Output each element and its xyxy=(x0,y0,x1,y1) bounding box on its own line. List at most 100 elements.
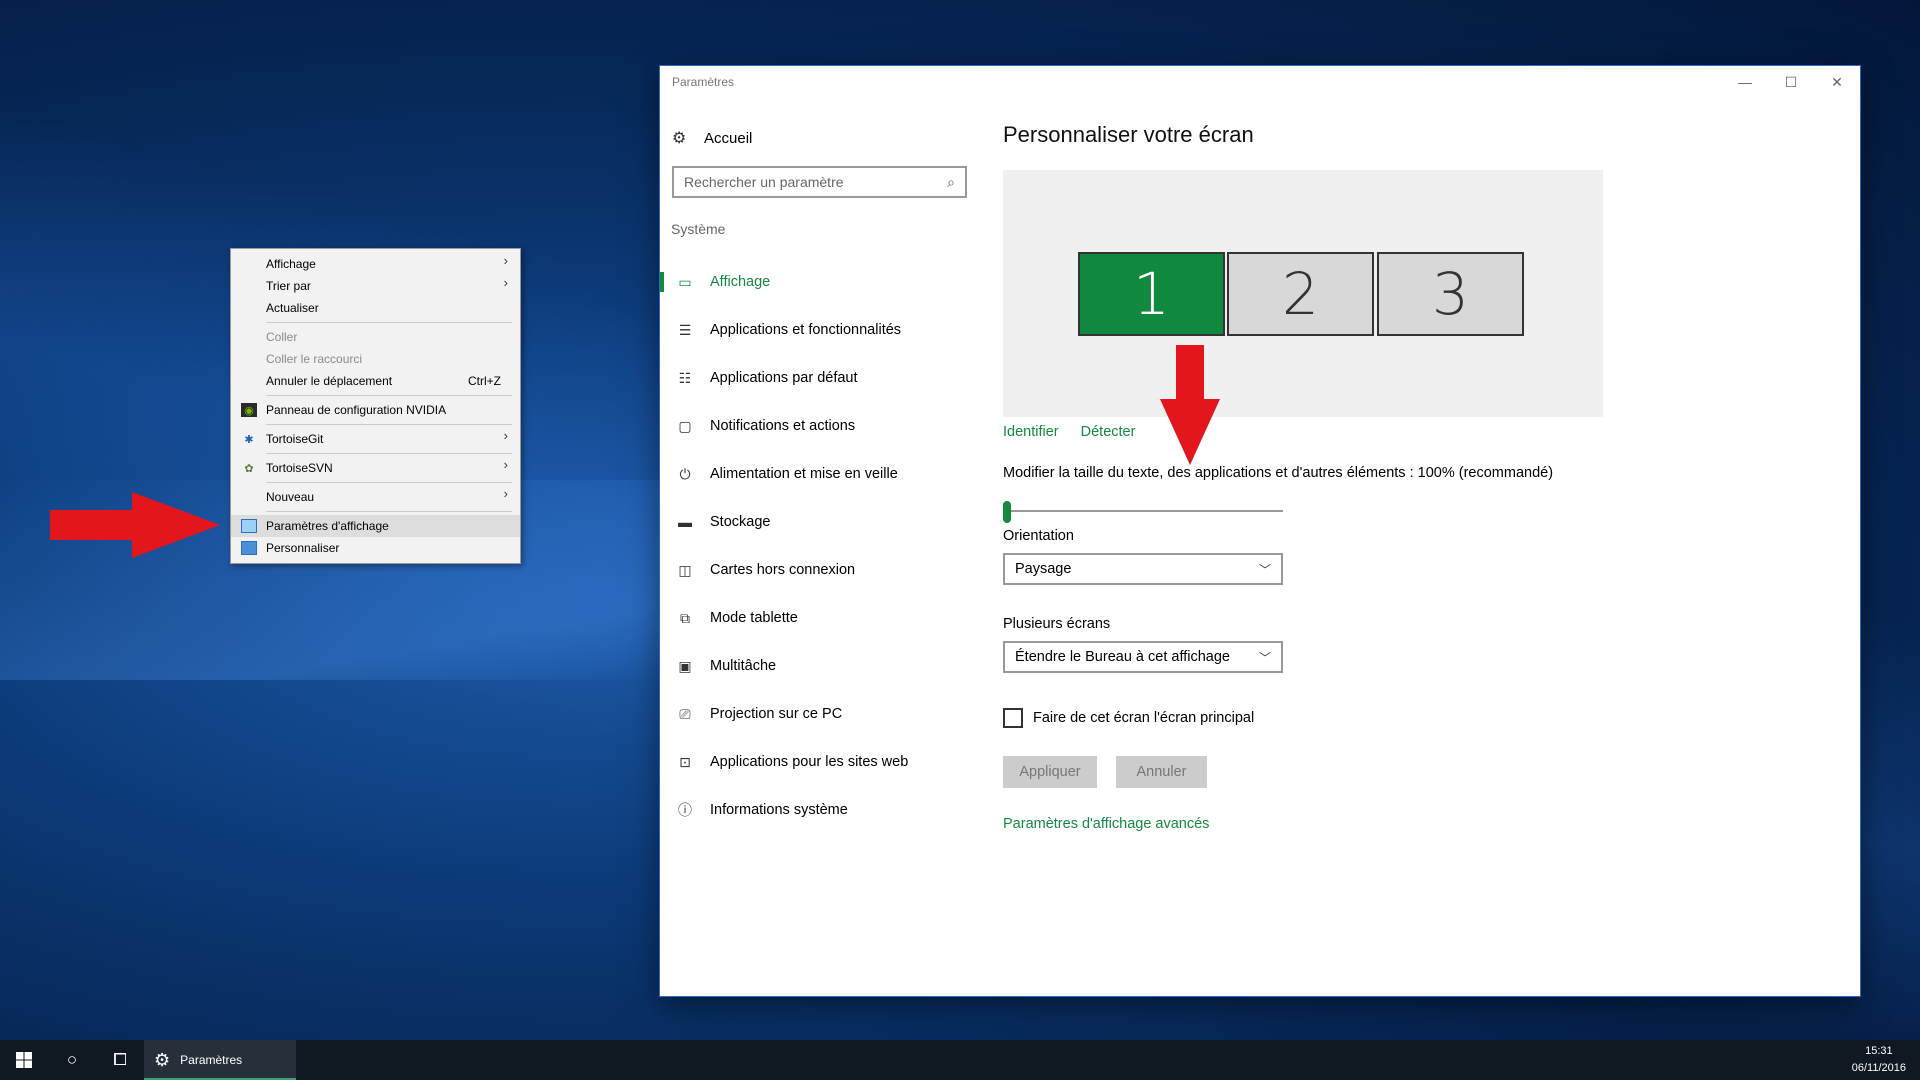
menu-item-sort-by[interactable]: Trier par › xyxy=(231,275,520,297)
detect-link[interactable]: Détecter xyxy=(1081,424,1136,440)
multi-display-label: Plusieurs écrans xyxy=(1003,616,1111,632)
advanced-display-settings-link[interactable]: Paramètres d'affichage avancés xyxy=(1003,816,1209,832)
menu-item-personalize[interactable]: Personnaliser xyxy=(231,537,520,559)
multi-display-value: Étendre le Bureau à cet affichage xyxy=(1015,649,1230,665)
minimize-icon: — xyxy=(1738,74,1752,90)
sidebar-item-label: Affichage xyxy=(710,274,771,290)
search-placeholder: Rechercher un paramètre xyxy=(684,174,844,190)
sidebar-item-offline-maps[interactable]: ◫ Cartes hors connexion xyxy=(660,546,970,594)
menu-item-new[interactable]: Nouveau › xyxy=(231,486,520,508)
sidebar-item-affichage[interactable]: ▭ Affichage xyxy=(660,258,970,306)
task-view-button[interactable]: ⧠ xyxy=(96,1040,144,1080)
tortoisegit-icon: ✱ xyxy=(244,433,254,446)
task-view-icon: ⧠ xyxy=(113,1050,127,1069)
orientation-label: Orientation xyxy=(1003,528,1074,544)
clock-date: 06/11/2016 xyxy=(1851,1062,1906,1074)
minimize-button[interactable]: — xyxy=(1722,66,1768,98)
multi-display-select[interactable]: Étendre le Bureau à cet affichage ﹀ xyxy=(1003,641,1283,673)
power-icon: ⏻ xyxy=(679,465,691,482)
sidebar-item-apps[interactable]: ☰ Applications et fonctionnalités xyxy=(660,306,970,354)
title-bar[interactable]: Paramètres xyxy=(660,66,1860,98)
cancel-button[interactable]: Annuler xyxy=(1116,756,1207,788)
main-display-option[interactable]: Faire de cet écran l'écran principal xyxy=(1003,708,1254,728)
menu-item-label: Annuler le déplacement xyxy=(266,374,393,388)
sidebar-nav: ▭ Affichage ☰ Applications et fonctionna… xyxy=(660,258,970,834)
sidebar-item-multitasking[interactable]: ▣ Multitâche xyxy=(660,642,970,690)
sidebar-item-default-apps[interactable]: ☷ Applications par défaut xyxy=(660,354,970,402)
scale-label: Modifier la taille du texte, des applica… xyxy=(1003,465,1554,481)
display-settings-icon xyxy=(241,519,257,533)
monitor-1[interactable]: 1 xyxy=(1078,252,1225,336)
taskbar: ○ ⧠ ⚙ Paramètres 15:31 06/11/2016 xyxy=(0,1040,1920,1080)
sidebar-item-label: Applications par défaut xyxy=(710,370,858,386)
window-controls: — ☐ ✕ xyxy=(1722,66,1860,98)
sidebar-item-label: Multitâche xyxy=(710,658,777,674)
sidebar-item-label: Notifications et actions xyxy=(710,418,856,434)
home-label: Accueil xyxy=(704,129,753,147)
menu-item-view[interactable]: Affichage › xyxy=(231,253,520,275)
personalize-icon xyxy=(241,541,257,555)
close-button[interactable]: ✕ xyxy=(1814,66,1860,98)
slider-thumb[interactable] xyxy=(1003,501,1011,523)
chevron-down-icon: ﹀ xyxy=(1258,650,1271,665)
menu-item-label: TortoiseGit xyxy=(266,432,324,446)
menu-item-refresh[interactable]: Actualiser xyxy=(231,297,520,319)
apply-button[interactable]: Appliquer xyxy=(1003,756,1097,788)
sidebar-item-power[interactable]: ⏻ Alimentation et mise en veille xyxy=(660,450,970,498)
sidebar-item-projection[interactable]: ⎚ Projection sur ce PC xyxy=(660,690,970,738)
sidebar-item-tablet-mode[interactable]: ⧉ Mode tablette xyxy=(660,594,970,642)
system-clock[interactable]: 15:31 06/11/2016 xyxy=(1852,1043,1906,1077)
search-input[interactable]: Rechercher un paramètre ⌕ xyxy=(672,166,967,198)
maximize-icon: ☐ xyxy=(1784,73,1798,90)
menu-separator xyxy=(266,511,512,512)
sidebar-item-web-apps[interactable]: ⊡ Applications pour les sites web xyxy=(660,738,970,786)
clock-time: 15:31 xyxy=(1865,1045,1893,1057)
slider-track xyxy=(1003,510,1283,512)
menu-item-tortoisegit[interactable]: ✱ TortoiseGit › xyxy=(231,428,520,450)
monitor-2[interactable]: 2 xyxy=(1227,252,1374,336)
sidebar-item-notifications[interactable]: ▢ Notifications et actions xyxy=(660,402,970,450)
sidebar-item-label: Cartes hors connexion xyxy=(710,562,856,578)
menu-item-display-settings[interactable]: Paramètres d'affichage xyxy=(231,515,520,537)
tablet-icon: ⧉ xyxy=(680,609,690,626)
chevron-right-icon: › xyxy=(503,457,508,472)
taskbar-app-label: Paramètres xyxy=(180,1053,243,1067)
menu-separator xyxy=(266,482,512,483)
settings-window: Paramètres — ☐ ✕ ⚙ Accueil Rechercher un… xyxy=(660,66,1860,996)
start-button[interactable] xyxy=(0,1040,48,1080)
sidebar-item-label: Stockage xyxy=(710,514,771,530)
menu-item-undo-move[interactable]: Annuler le déplacement Ctrl+Z xyxy=(231,370,520,392)
windows-logo-icon xyxy=(16,1052,32,1068)
gear-icon: ⚙ xyxy=(154,1049,171,1070)
menu-item-paste[interactable]: Coller xyxy=(231,326,520,348)
chevron-right-icon: › xyxy=(503,253,508,268)
taskbar-app-settings[interactable]: ⚙ Paramètres xyxy=(144,1040,296,1080)
settings-sidebar: ⚙ Accueil Rechercher un paramètre ⌕ Syst… xyxy=(660,98,970,996)
nvidia-icon: ◉ xyxy=(241,403,257,417)
sidebar-item-label: Alimentation et mise en veille xyxy=(710,466,898,482)
sidebar-item-storage[interactable]: ▬ Stockage xyxy=(660,498,970,546)
menu-item-tortoisesvn[interactable]: ✿ TortoiseSVN › xyxy=(231,457,520,479)
home-link[interactable]: ⚙ Accueil xyxy=(672,128,752,148)
main-display-label: Faire de cet écran l'écran principal xyxy=(1033,710,1255,726)
cortana-button[interactable]: ○ xyxy=(48,1040,96,1080)
chevron-right-icon: › xyxy=(503,275,508,290)
menu-item-nvidia[interactable]: ◉ Panneau de configuration NVIDIA xyxy=(231,399,520,421)
maximize-button[interactable]: ☐ xyxy=(1768,66,1814,98)
menu-item-paste-shortcut[interactable]: Coller le raccourci xyxy=(231,348,520,370)
scale-slider[interactable] xyxy=(1003,501,1283,523)
annotation-arrow-down xyxy=(1160,345,1220,465)
menu-item-label: Personnaliser xyxy=(266,541,340,555)
identify-link[interactable]: Identifier xyxy=(1003,424,1059,440)
page-title: Personnaliser votre écran xyxy=(1003,122,1254,147)
shortcut-text: Ctrl+Z xyxy=(468,374,501,388)
monitor-3[interactable]: 3 xyxy=(1377,252,1524,336)
settings-content: Personnaliser votre écran 1 2 3 Identifi… xyxy=(1003,98,1823,996)
sidebar-item-label: Applications pour les sites web xyxy=(710,754,909,770)
main-display-checkbox[interactable] xyxy=(1003,708,1023,728)
menu-item-label: Coller le raccourci xyxy=(266,352,363,366)
orientation-select[interactable]: Paysage ﹀ xyxy=(1003,553,1283,585)
sidebar-item-about[interactable]: ⓘ Informations système xyxy=(660,786,970,834)
storage-icon: ▬ xyxy=(678,514,692,530)
info-icon: ⓘ xyxy=(678,802,692,818)
